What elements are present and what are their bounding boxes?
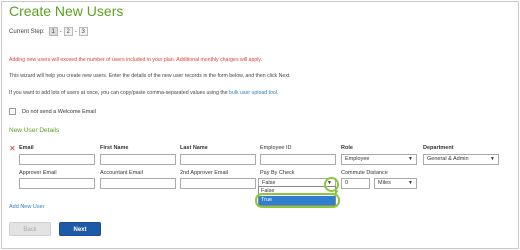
step-separator: - <box>74 28 77 35</box>
approver2-email-label: 2nd Approver Email <box>180 170 228 176</box>
welcome-email-checkbox[interactable] <box>9 108 16 115</box>
department-select[interactable]: General & Admin ▼ <box>423 154 499 165</box>
add-new-user-link[interactable]: Add New User <box>9 204 44 210</box>
step-3: 3 <box>78 27 88 36</box>
commute-distance-label: Commute Distance <box>341 170 388 176</box>
email-label: Email <box>19 145 34 151</box>
chevron-down-icon: ▼ <box>408 156 413 162</box>
welcome-email-option[interactable]: Do not send a Welcome Email <box>9 108 96 115</box>
role-label: Role <box>341 145 353 151</box>
department-value: General & Admin <box>427 156 469 162</box>
bulk-upload-suffix: . <box>276 90 279 96</box>
current-step-label: Current Step: <box>9 28 45 35</box>
chevron-down-icon: ▼ <box>408 180 413 186</box>
employee-id-label: Employee ID <box>260 145 292 151</box>
close-icon[interactable]: ✕ <box>9 145 16 153</box>
commute-unit-value: Miles <box>378 180 391 186</box>
accountant-email-label: Accountant Email <box>100 170 143 176</box>
step-2: 2 <box>63 27 73 36</box>
role-select[interactable]: Employee ▼ <box>341 154 417 165</box>
approver-email-label: Approver Email <box>19 170 57 176</box>
approver2-email-field[interactable] <box>180 178 256 189</box>
step-separator: - <box>59 28 62 35</box>
bulk-upload-prefix: If you want to add lots of users at once… <box>9 90 230 96</box>
accountant-email-field[interactable] <box>100 178 176 189</box>
pay-by-check-label: Pay By Check <box>260 170 295 176</box>
bulk-upload-info: If you want to add lots of users at once… <box>9 90 278 96</box>
employee-id-field[interactable] <box>260 154 336 165</box>
commute-unit-select[interactable]: Miles ▼ <box>374 178 417 189</box>
first-name-field[interactable] <box>100 154 176 165</box>
welcome-email-label: Do not send a Welcome Email <box>22 108 96 115</box>
bulk-upload-link[interactable]: bulk user upload tool <box>229 90 277 96</box>
page-title: Create New Users <box>9 3 124 19</box>
last-name-label: Last Name <box>180 145 208 151</box>
step-1: 1 <box>48 27 58 36</box>
highlight-ring-true-option <box>255 193 340 208</box>
email-field[interactable] <box>19 154 95 165</box>
section-title: New User Details <box>9 127 60 134</box>
wizard-frame <box>1 1 519 249</box>
first-name-label: First Name <box>100 145 129 151</box>
role-value: Employee <box>345 156 370 162</box>
plan-warning: Adding new users will exceed the number … <box>9 57 263 63</box>
next-button[interactable]: Next <box>59 222 101 236</box>
commute-distance-field[interactable]: 0 <box>341 178 370 189</box>
department-label: Department <box>423 145 454 151</box>
approver-email-field[interactable] <box>19 178 95 189</box>
step-indicator: Current Step: 1 - 2 - 3 <box>9 27 89 36</box>
last-name-field[interactable] <box>180 154 256 165</box>
wizard-info: This wizard will help you create new use… <box>9 73 291 79</box>
back-button[interactable]: Back <box>9 222 51 236</box>
chevron-down-icon: ▼ <box>490 156 495 162</box>
